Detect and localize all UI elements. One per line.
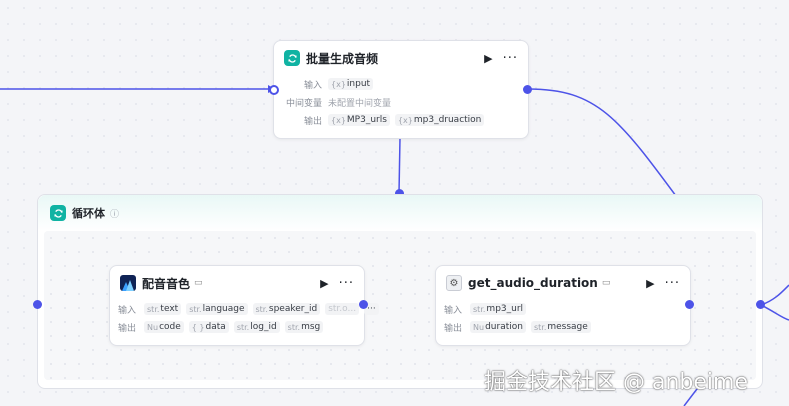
run-icon[interactable]: ▶ xyxy=(320,277,328,290)
watermark: 掘金技术社区 @ anbeime xyxy=(484,370,748,395)
batch-node[interactable]: 批量生成音频 ▶ ··· 输入 {x} input 中间变量 未配置中间变量 输出… xyxy=(273,40,529,139)
duration-input-row: 输入 str. mp3_url xyxy=(436,300,690,318)
voice-input-row: 输入 str. text str. language str. speaker_id … xyxy=(110,300,379,318)
more-icon[interactable]: ··· xyxy=(339,276,354,291)
more-icon[interactable]: ··· xyxy=(665,276,680,291)
param-tag: str. message xyxy=(530,321,591,333)
param-tag: str. language xyxy=(186,303,248,315)
batch-input-row: 输入 {x} input xyxy=(274,75,528,93)
voice-node-title: 配音音色 xyxy=(142,276,191,291)
loop-icon xyxy=(50,205,66,221)
voice-node-header: 配音音色 ▭ ▶ ··· xyxy=(110,266,364,300)
batch-node-title: 批量生成音频 xyxy=(306,51,379,66)
batch-output-row: 输出 {x} MP3_urls {x} mp3_druaction xyxy=(274,111,528,129)
batch-out-port[interactable] xyxy=(523,85,532,94)
input-label: 输入 xyxy=(444,305,463,316)
param-tag: str. speaker_id xyxy=(252,303,321,315)
output-label: 输出 xyxy=(303,116,322,127)
doc-icon[interactable]: ▭ xyxy=(194,278,203,288)
param-tag: str. mp3_url xyxy=(470,303,527,315)
edge-batch-to-loop xyxy=(398,137,401,194)
input-label: 输入 xyxy=(118,305,137,316)
loop-header: 循环体 ⓘ xyxy=(38,195,762,231)
run-icon[interactable]: ▶ xyxy=(646,277,654,290)
loop-title: 循环体 xyxy=(72,207,105,220)
loop-start-port[interactable] xyxy=(33,300,42,309)
param-tag: Nu duration xyxy=(470,321,526,333)
param-tag: {x} MP3_urls xyxy=(328,114,390,126)
run-icon[interactable]: ▶ xyxy=(484,52,492,65)
voice-out-port[interactable] xyxy=(359,300,368,309)
voice-node[interactable]: 配音音色 ▭ ▶ ··· 输入 str. text str. language st… xyxy=(109,265,379,346)
duration-out-port[interactable] xyxy=(685,300,694,309)
batch-in-port[interactable] xyxy=(269,85,279,95)
duration-node-header: ⚙ get_audio_duration ▭ ▶ ··· xyxy=(436,266,690,300)
param-tag: {x} mp3_druaction xyxy=(394,114,485,126)
duration-output-row: 输出 Nu duration str. message xyxy=(436,318,690,336)
intermediate-label: 中间变量 xyxy=(285,98,322,109)
doc-icon[interactable]: ▭ xyxy=(602,278,611,288)
loop-end-port[interactable] xyxy=(756,300,765,309)
edge-loop-out-1 xyxy=(760,284,789,306)
duration-node[interactable]: ⚙ get_audio_duration ▭ ▶ ··· 输入 str. mp3_… xyxy=(435,265,691,346)
input-label: 输入 xyxy=(303,80,322,91)
output-label: 输出 xyxy=(444,323,463,334)
intermediate-value: 未配置中间变量 xyxy=(328,98,392,109)
more-icon[interactable]: ··· xyxy=(503,51,518,66)
param-tag: str. msg xyxy=(284,321,324,333)
batch-node-header: 批量生成音频 ▶ ··· xyxy=(274,41,528,75)
param-tag: str.o... xyxy=(325,303,360,315)
param-tag: {x} input xyxy=(328,78,374,90)
param-tag: str. log_id xyxy=(233,321,280,333)
param-tag: { } data xyxy=(188,321,229,333)
output-label: 输出 xyxy=(118,323,137,334)
edge-loop-out-2 xyxy=(760,304,789,321)
voice-icon xyxy=(120,275,136,291)
param-tag: str. text xyxy=(144,303,182,315)
loop-icon xyxy=(284,50,300,66)
info-icon[interactable]: ⓘ xyxy=(110,207,119,220)
plugin-icon: ⚙ xyxy=(446,275,462,291)
batch-intermediate-row: 中间变量 未配置中间变量 xyxy=(274,93,528,111)
voice-output-row: 输出 Nu code { } data str. log_id str. msg xyxy=(110,318,364,336)
duration-node-title: get_audio_duration xyxy=(468,276,598,290)
param-tag: Nu code xyxy=(144,321,184,333)
